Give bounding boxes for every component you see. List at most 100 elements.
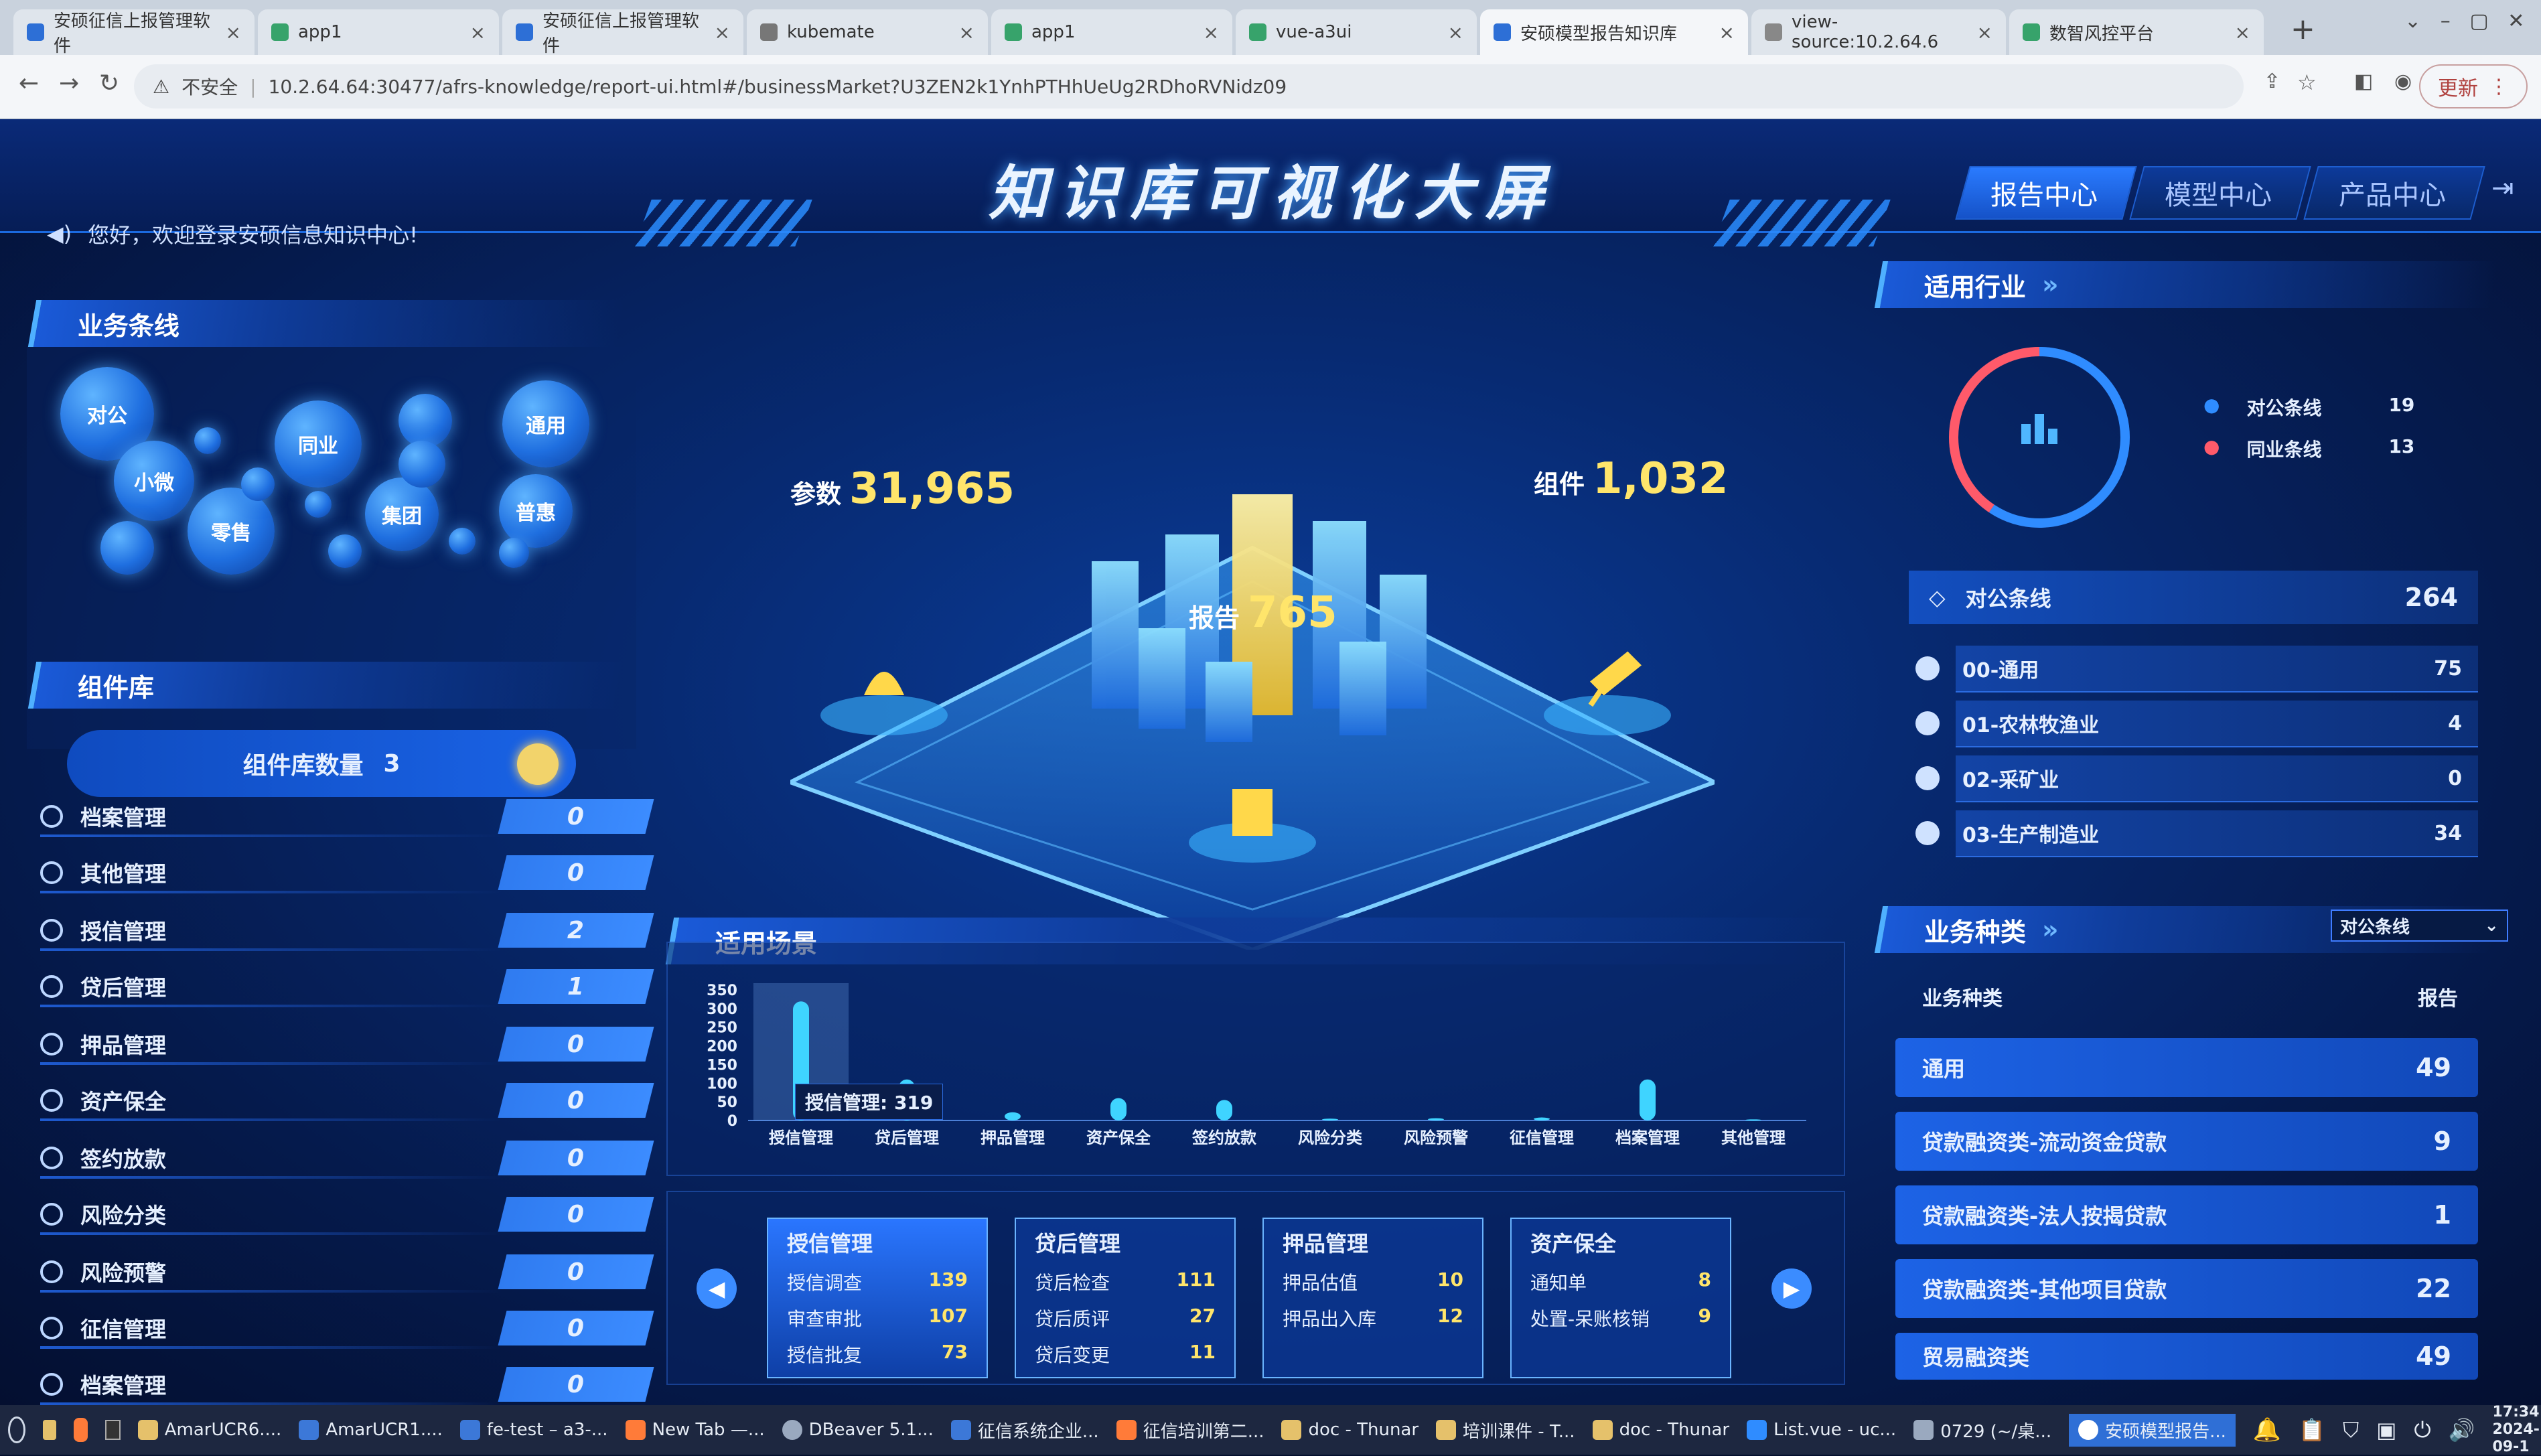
taskbar-item[interactable]: DBeaver 5.1... [782,1420,934,1440]
business-line-select[interactable]: 对公条线 ⌄ [2331,909,2508,942]
site-icon [1765,23,1782,41]
taskbar-item[interactable]: AmarUCR1.... [299,1420,443,1440]
close-icon[interactable]: × [1448,21,1463,44]
window-controls[interactable]: ⌄ – ▢ ✕ [2404,9,2524,33]
bar [1216,1100,1232,1120]
component-row[interactable]: 风险分类 0 [40,1193,654,1235]
industry-group-row[interactable]: ◇ 对公条线 264 [1909,571,2478,624]
browser-tab[interactable]: view-source:10.2.64.6 × [1751,9,2006,55]
bubble-retail[interactable]: 零售 [188,488,275,575]
browser-tab[interactable]: app1 × [258,9,499,55]
new-tab-button[interactable]: + [2291,12,2315,46]
back-icon[interactable]: ← [19,70,39,97]
component-row[interactable]: 贷后管理 1 [40,966,654,1007]
scene-card[interactable]: 押品管理 押品估值 10 押品出入库 12 [1262,1218,1483,1378]
browser-tab[interactable]: 安硕征信上报管理软件 × [502,9,743,56]
prev-arrow-button[interactable]: ◀ [697,1268,737,1309]
next-arrow-button[interactable]: ▶ [1771,1268,1812,1309]
bell-icon[interactable]: 🔔 [2253,1416,2281,1443]
business-type-row[interactable]: 贸易融资类 49 [1895,1333,2478,1380]
business-type-row[interactable]: 通用 49 [1895,1038,2478,1097]
browser-icon[interactable] [74,1418,88,1442]
taskbar-item[interactable]: AmarUCR6.... [137,1420,281,1440]
bubble-micro[interactable]: 小微 [114,441,194,521]
component-row[interactable]: 资产保全 0 [40,1080,654,1121]
update-button[interactable]: 更新 ⋮ [2419,64,2528,108]
bubble-inclusive[interactable]: 普惠 [499,474,573,548]
taskbar-item[interactable]: 0729 (~/桌... [1913,1418,2051,1443]
menu-dots-icon[interactable]: ⋮ [2489,75,2509,98]
browser-tab[interactable]: vue-a3ui × [1236,9,1477,55]
browser-tab[interactable]: app1 × [991,9,1232,55]
clock[interactable]: 17:34 2024-09-1 [2493,1404,2541,1456]
bubble-group[interactable]: 集团 [365,478,439,551]
taskbar-item[interactable]: List.vue - uc... [1747,1420,1896,1440]
shield-icon [40,1147,63,1169]
taskbar-item[interactable]: 征信系统企业... [950,1418,1099,1443]
close-icon[interactable]: × [2235,21,2250,44]
clipboard-icon[interactable]: 📋 [2299,1417,2325,1443]
industry-row[interactable]: 02-采矿业 0 [1915,755,2478,802]
business-type-row[interactable]: 贷款融资类-其他项目贷款 22 [1895,1259,2478,1318]
terminal-icon[interactable] [105,1420,121,1440]
power-icon[interactable]: ⏻ [2414,1417,2430,1443]
bubble-general[interactable]: 通用 [502,380,589,467]
share-icon[interactable]: ⇪ [2264,70,2280,93]
industry-row[interactable]: 01-农林牧渔业 4 [1915,701,2478,747]
nav-tab-product-center[interactable]: 产品中心 [2303,166,2485,220]
bar [1322,1118,1338,1120]
component-row[interactable]: 档案管理 0 [40,796,654,837]
profile-icon[interactable]: ◉ [2394,70,2412,93]
start-menu-icon[interactable] [8,1416,25,1443]
speaker-icon: ◀) [47,221,72,246]
close-icon[interactable]: × [1719,21,1735,44]
files-icon[interactable] [42,1420,57,1440]
component-row[interactable]: 风险预警 0 [40,1251,654,1293]
taskbar-item[interactable]: 培训课件 - T... [1436,1418,1575,1443]
component-row[interactable]: 押品管理 0 [40,1023,654,1065]
browser-tab-active[interactable]: 安硕模型报告知识库 × [1480,9,1748,55]
close-icon[interactable]: × [470,21,486,44]
taskbar-item-active[interactable]: 安硕模型报告... [2069,1413,2236,1447]
nav-tab-report-center[interactable]: 报告中心 [1955,166,2137,220]
scene-card[interactable]: 资产保全 通知单 8 处置-呆账核销 9 [1510,1218,1731,1378]
logout-icon[interactable]: ⇥ [2491,173,2514,204]
industry-row[interactable]: 00-通用 75 [1915,646,2478,693]
taskbar-item[interactable]: doc - Thunar [1281,1420,1419,1440]
shield-icon [40,975,63,998]
business-type-row[interactable]: 贷款融资类-流动资金贷款 9 [1895,1112,2478,1171]
browser-tab[interactable]: 数智风控平台 × [2009,9,2264,55]
window-tray-icon[interactable]: ▣ [2376,1417,2396,1443]
nav-tab-model-center[interactable]: 模型中心 [2129,166,2311,220]
component-row[interactable]: 其他管理 0 [40,852,654,893]
component-row[interactable]: 授信管理 2 [40,909,654,951]
close-icon[interactable]: × [715,21,730,44]
close-icon[interactable]: × [226,21,241,44]
component-row[interactable]: 档案管理 0 [40,1364,654,1405]
shield-tray-icon[interactable]: ⛉ [2343,1417,2359,1443]
bubble-interbank[interactable]: 同业 [275,401,362,488]
scene-card[interactable]: 贷后管理 贷后检查 111 贷后质评 27 贷后变更 11 [1015,1218,1236,1378]
sidebar-icon[interactable]: ◧ [2354,70,2373,93]
close-icon[interactable]: × [1204,21,1219,44]
taskbar-item[interactable]: New Tab —... [625,1420,765,1440]
taskbar-item[interactable]: fe-test – a3-... [459,1420,608,1440]
browser-tab[interactable]: 安硕征信上报管理软件 × [13,9,255,56]
close-icon[interactable]: × [1977,21,1992,44]
browser-tab[interactable]: kubemate × [747,9,988,55]
taskbar-item[interactable]: 征信培训第二... [1116,1418,1264,1443]
taskbar-item[interactable]: doc - Thunar [1592,1420,1729,1440]
bookmark-star-icon[interactable]: ☆ [2297,70,2317,95]
forward-icon[interactable]: → [59,70,79,97]
y-tick-label: 0 [727,1113,737,1130]
component-row[interactable]: 征信管理 0 [40,1307,654,1349]
address-bar[interactable]: ⚠ 不安全 | 10.2.64.64:30477/afrs-knowledge/… [134,64,2244,108]
reload-icon[interactable]: ↻ [99,70,119,97]
component-row[interactable]: 签约放款 0 [40,1137,654,1179]
business-type-row[interactable]: 贷款融资类-法人按揭贷款 1 [1895,1185,2478,1244]
industry-row[interactable]: 03-生产制造业 34 [1915,810,2478,857]
scene-card[interactable]: 授信管理 授信调查 139 审查审批 107 授信批复 73 [767,1218,988,1378]
chevron-down-icon: ⌄ [2484,916,2499,936]
close-icon[interactable]: × [959,21,974,44]
volume-icon[interactable]: 🔊 [2449,1417,2475,1443]
